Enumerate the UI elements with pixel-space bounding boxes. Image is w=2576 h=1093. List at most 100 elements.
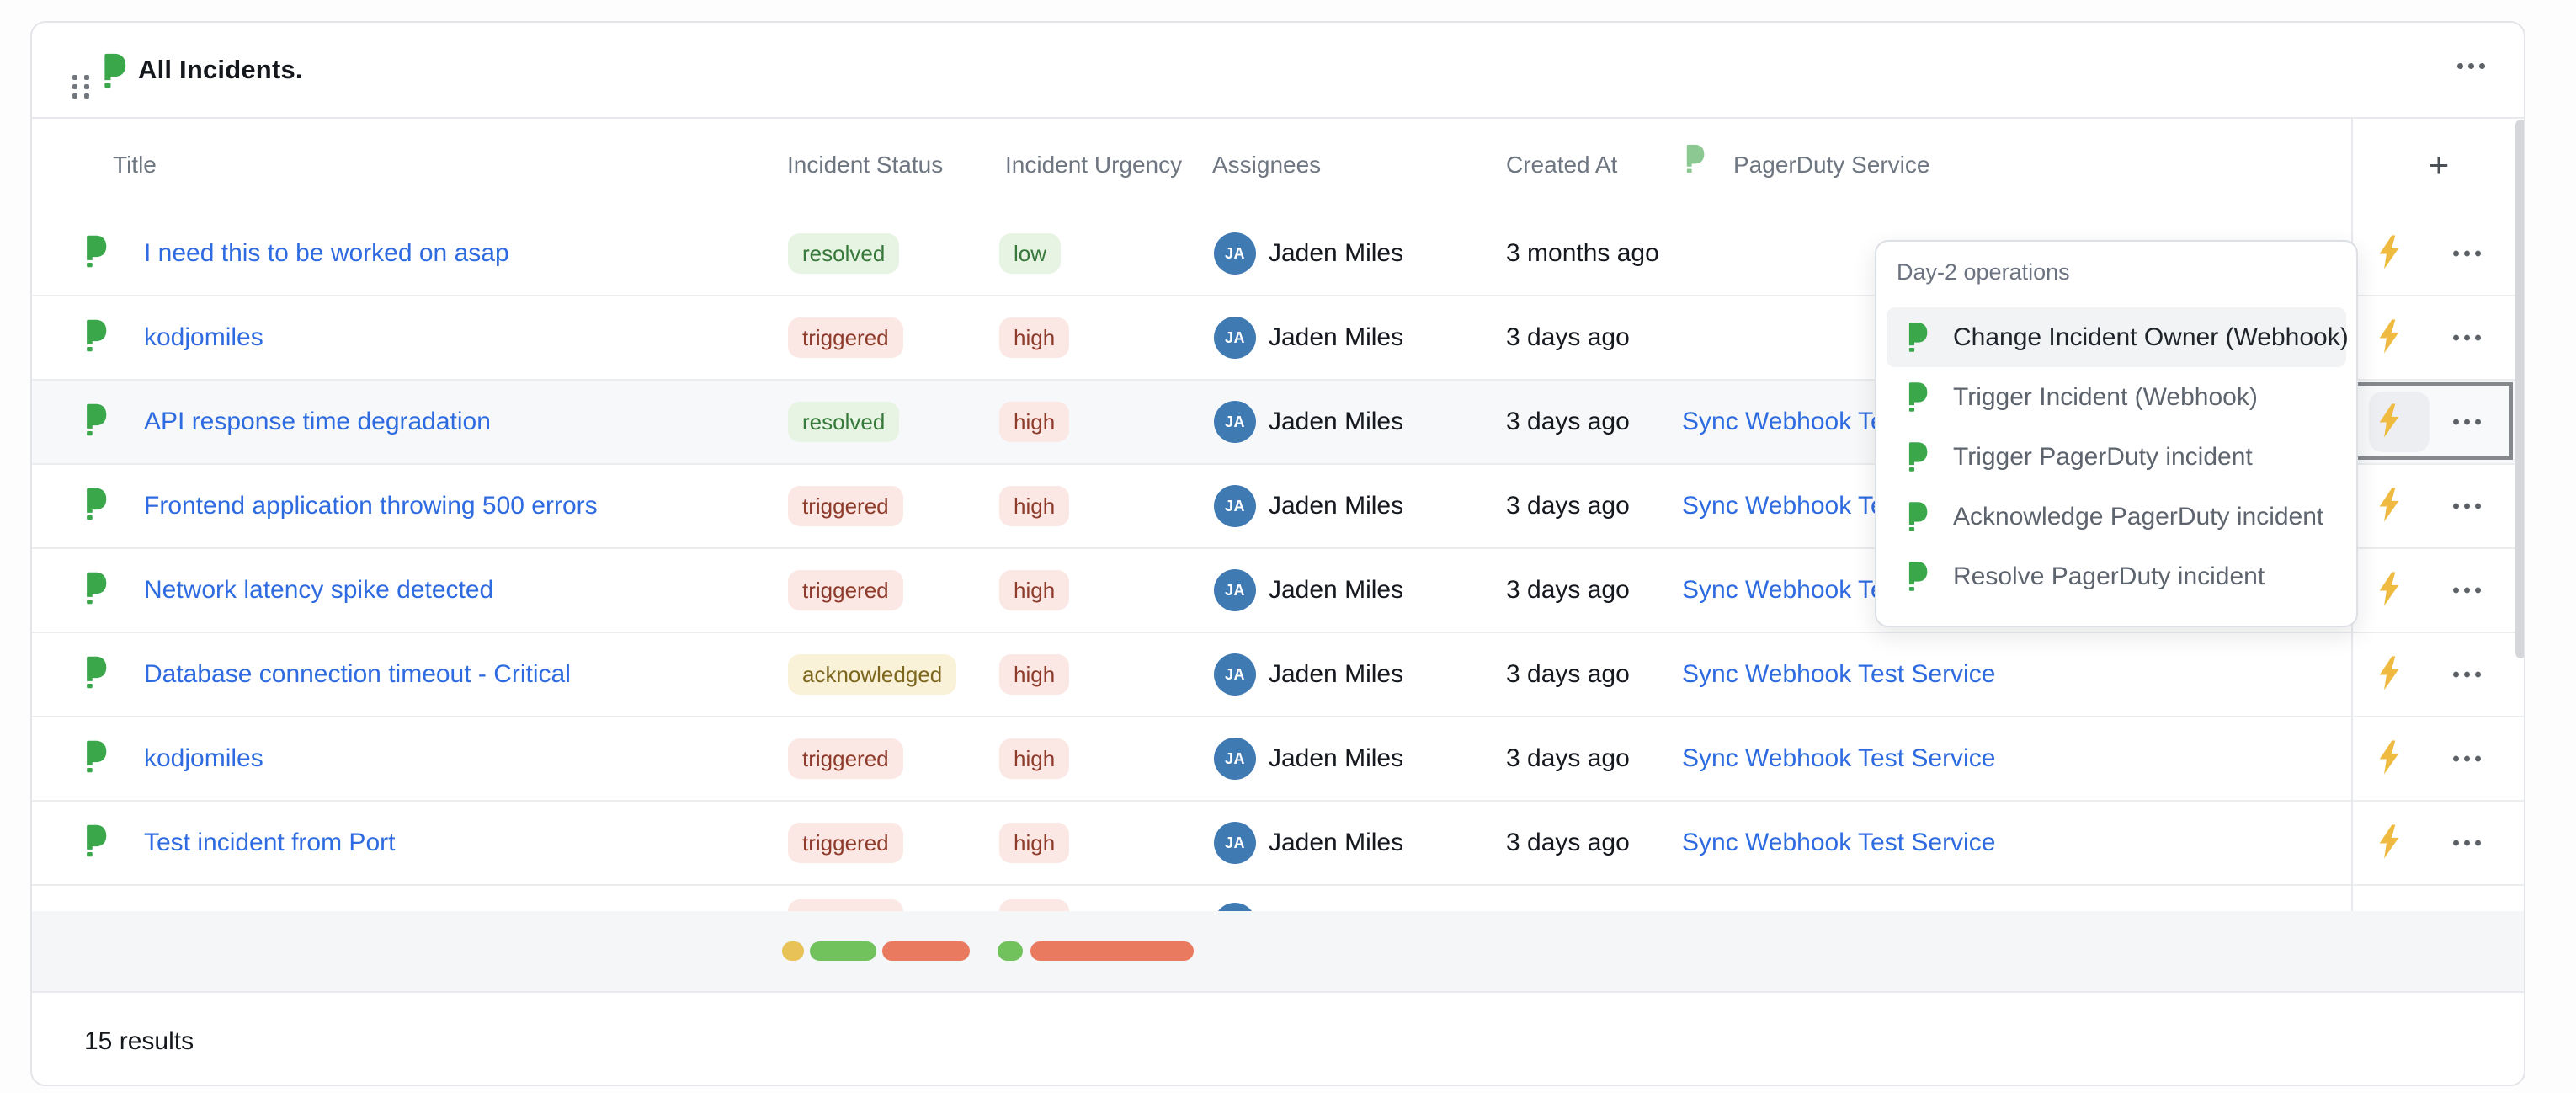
avatar: JA	[1214, 401, 1256, 443]
urgency-badge: high	[999, 823, 1069, 863]
add-column-button[interactable]: +	[2413, 139, 2465, 191]
incident-title-link[interactable]: I need this to be worked on asap	[144, 239, 509, 268]
incident-pagerduty-icon	[84, 571, 107, 610]
run-action-button[interactable]	[2376, 741, 2403, 777]
incident-pagerduty-icon	[84, 487, 107, 526]
status-badge: acknowledged	[788, 654, 956, 695]
assignee-name: Jaden Miles	[1269, 492, 1403, 520]
created-at-value: 3 days ago	[1506, 323, 1630, 352]
avatar: JA	[1214, 485, 1256, 527]
dropdown-item[interactable]: Resolve PagerDuty incident	[1887, 546, 2346, 606]
table-row: kodjomilestriggeredhighJAJaden Miles3 da…	[32, 717, 2524, 802]
drag-handle-icon[interactable]	[72, 75, 91, 104]
incident-title-link[interactable]: Database connection timeout - Critical	[144, 660, 571, 689]
urgency-badge: high	[999, 402, 1069, 442]
all-incidents-widget: All Incidents. Title Incident Status Inc…	[30, 21, 2525, 1086]
status-badge: triggered	[788, 570, 903, 610]
widget-title: All Incidents.	[138, 23, 303, 117]
created-at-value: 3 days ago	[1506, 744, 1630, 773]
loading-strip	[32, 911, 2524, 991]
run-action-button[interactable]	[2376, 320, 2403, 356]
dropdown-item[interactable]: Trigger PagerDuty incident	[1887, 427, 2346, 487]
column-status[interactable]: Incident Status	[787, 152, 943, 179]
column-assignees[interactable]: Assignees	[1212, 152, 1321, 179]
incident-title-link[interactable]: API response time degradation	[144, 408, 491, 436]
created-at-value: 3 days ago	[1506, 492, 1630, 520]
assignee-name: Jaden Miles	[1269, 239, 1403, 268]
avatar: JA	[1214, 317, 1256, 359]
dropdown-item[interactable]: Trigger Incident (Webhook)	[1887, 367, 2346, 427]
urgency-badge: high	[999, 738, 1069, 779]
incident-title-link[interactable]: Network latency spike detected	[144, 576, 493, 605]
created-at-value: 3 days ago	[1506, 660, 1630, 689]
dropdown-header: Day-2 operations	[1897, 252, 2336, 292]
row-menu-button[interactable]	[2445, 411, 2489, 434]
assignee-name: Jaden Miles	[1269, 323, 1403, 352]
row-menu-button[interactable]	[2445, 243, 2489, 265]
table-row: Test incident from PorttriggeredhighJAJa…	[32, 802, 2524, 886]
widget-menu-button[interactable]	[2449, 55, 2494, 77]
pagerduty-logo-icon	[84, 739, 107, 775]
avatar: JA	[1214, 653, 1256, 696]
run-action-button[interactable]	[2376, 488, 2403, 525]
incident-title-link[interactable]: kodjomiles	[144, 323, 263, 352]
run-action-button[interactable]	[2376, 404, 2403, 440]
column-created-at[interactable]: Created At	[1506, 152, 1617, 179]
run-action-button[interactable]	[2376, 657, 2403, 693]
vertical-scrollbar[interactable]	[2515, 120, 2525, 658]
avatar	[1214, 903, 1256, 911]
incident-pagerduty-icon	[84, 739, 107, 779]
urgency-badge: high	[999, 317, 1069, 358]
row-menu-button[interactable]	[2445, 579, 2489, 602]
widget-header: All Incidents.	[32, 23, 2524, 119]
avatar: JA	[1214, 738, 1256, 780]
dropdown-item-label: Change Incident Owner (Webhook)	[1953, 323, 2349, 352]
pagerduty-logo-icon	[1907, 501, 1928, 532]
row-menu-button[interactable]	[2445, 748, 2489, 770]
urgency-badge: high	[999, 899, 1069, 911]
row-menu-button[interactable]	[2445, 832, 2489, 855]
lightning-bolt-icon	[2376, 741, 2403, 775]
lightning-bolt-icon	[2376, 488, 2403, 522]
status-badge: resolved	[788, 233, 899, 274]
pagerduty-service-column-icon	[1685, 143, 1705, 181]
incident-title-link[interactable]: kodjomiles	[144, 744, 263, 773]
urgency-badge: low	[999, 233, 1061, 274]
pagerduty-logo-icon	[1907, 561, 1928, 592]
table-row: Database connection timeout - Critical ac…	[32, 633, 2524, 717]
results-count: 15 results	[84, 1027, 194, 1056]
pagerduty-logo-icon	[84, 318, 107, 354]
lightning-bolt-icon	[2376, 236, 2403, 269]
pagerduty-logo-icon	[1685, 143, 1705, 175]
incident-title-link[interactable]: Test incident from Port	[144, 829, 395, 857]
run-action-button[interactable]	[2376, 825, 2403, 861]
pagerduty-service-link[interactable]: Sync Webhook Test Service	[1682, 744, 1995, 773]
lightning-bolt-icon	[2376, 657, 2403, 690]
incident-title-link[interactable]: Frontend application throwing 500 errors	[144, 492, 598, 520]
status-badge: resolved	[788, 402, 899, 442]
row-menu-button[interactable]	[2445, 664, 2489, 686]
status-badge: triggered	[788, 899, 903, 911]
pagerduty-logo-icon	[84, 571, 107, 606]
pagerduty-logo-icon	[84, 487, 107, 522]
column-pagerduty-service[interactable]: PagerDuty Service	[1733, 152, 1929, 179]
run-action-button[interactable]	[2376, 573, 2403, 609]
row-menu-button[interactable]	[2445, 327, 2489, 349]
dropdown-item[interactable]: Change Incident Owner (Webhook)	[1887, 307, 2346, 367]
skeleton-pill	[810, 941, 876, 961]
urgency-badge: high	[999, 654, 1069, 695]
column-title[interactable]: Title	[113, 152, 157, 179]
row-menu-button[interactable]	[2445, 495, 2489, 518]
dropdown-item[interactable]: Acknowledge PagerDuty incident	[1887, 487, 2346, 546]
pagerduty-logo-icon	[84, 655, 107, 690]
pagerduty-service-link[interactable]: Sync Webhook Test Service	[1682, 660, 1995, 689]
created-at-value: 3 days ago	[1506, 576, 1630, 605]
column-urgency[interactable]: Incident Urgency	[1005, 152, 1182, 179]
dropdown-item-label: Resolve PagerDuty incident	[1953, 562, 2265, 591]
assignee-name: Jaden Miles	[1269, 576, 1403, 605]
avatar: JA	[1214, 569, 1256, 611]
pagerduty-service-link[interactable]: Sync Webhook Test Service	[1682, 829, 1995, 857]
incident-pagerduty-icon	[84, 318, 107, 358]
run-action-button[interactable]	[2376, 236, 2403, 272]
pagerduty-logo-icon	[1907, 561, 1928, 592]
